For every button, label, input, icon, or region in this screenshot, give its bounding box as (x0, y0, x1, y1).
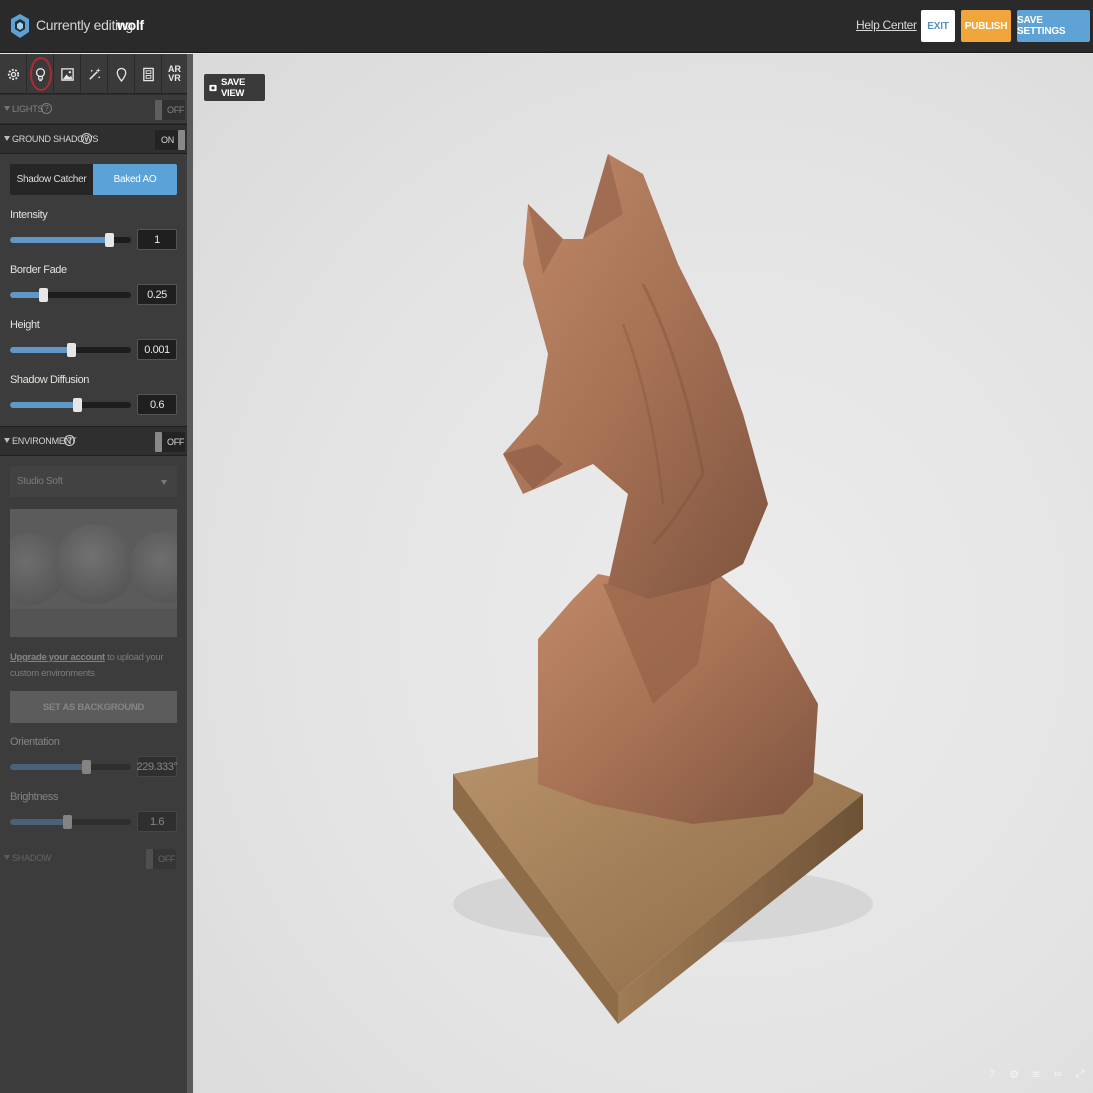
magic-wand-icon (88, 67, 101, 80)
intensity-slider[interactable] (10, 233, 131, 247)
settings-tab-bar: AR VR (0, 54, 187, 94)
model-name: wolf (117, 17, 144, 33)
film-icon (142, 67, 154, 81)
tab-post-processing[interactable] (81, 54, 108, 94)
map-pin-icon (116, 67, 126, 82)
settings-icon[interactable]: ⚙ (1007, 1067, 1021, 1081)
environment-help-icon[interactable]: ? (64, 435, 75, 446)
orientation-value[interactable]: 229.333° (137, 756, 178, 777)
ground-shadows-toggle[interactable]: ON (155, 130, 185, 150)
height-value[interactable]: 0.001 (137, 339, 177, 360)
height-label: Height (10, 319, 40, 331)
slider-handle[interactable] (105, 233, 115, 247)
top-bar: Currently editing wolf Help Center EXIT … (0, 0, 1093, 53)
tab-ar-vr[interactable]: AR VR (162, 54, 187, 94)
tab-animation[interactable] (135, 54, 162, 94)
settings-sidebar: AR VR LIGHTS ? OFF GROUND SHADOWS ? ON Sh… (0, 54, 187, 1093)
orientation-slider[interactable] (10, 760, 131, 774)
help-center-link[interactable]: Help Center (856, 18, 917, 32)
toggle-knob (146, 849, 153, 869)
brightness-value[interactable]: 1.6 (137, 811, 177, 832)
caret-down-icon (4, 136, 10, 141)
save-view-button[interactable]: SAVE VIEW (204, 74, 265, 101)
border-fade-label: Border Fade (10, 264, 67, 276)
height-slider[interactable] (10, 343, 131, 357)
help-icon[interactable]: ? (985, 1067, 999, 1081)
vr-label: VR (168, 73, 181, 83)
vr-icon[interactable]: ∞ (1051, 1067, 1065, 1081)
tab-general[interactable] (0, 54, 27, 94)
environment-shadow-label: SHADOW (12, 853, 52, 863)
tab-annotations[interactable] (108, 54, 135, 94)
layers-icon[interactable]: ≋ (1029, 1067, 1043, 1081)
ground-shadows-section-header[interactable]: GROUND SHADOWS ? ON (0, 124, 187, 154)
environment-section-header[interactable]: ENVIRONMENT ? OFF (0, 426, 187, 456)
toggle-knob (178, 130, 185, 150)
wolf-bust-model[interactable] (443, 144, 883, 1024)
tab-lighting[interactable] (27, 54, 54, 94)
environment-toggle[interactable]: OFF (155, 432, 185, 452)
brightness-slider[interactable] (10, 815, 131, 829)
viewport-toolbar: ? ⚙ ≋ ∞ ⤢ (985, 1067, 1087, 1081)
ground-shadows-toggle-state: ON (161, 135, 174, 145)
shadow-catcher-button[interactable]: Shadow Catcher (10, 164, 93, 195)
lights-toggle[interactable]: OFF (155, 100, 185, 120)
camera-icon (209, 84, 217, 92)
intensity-value[interactable]: 1 (137, 229, 177, 250)
set-as-background-button[interactable]: SET AS BACKGROUND (10, 691, 177, 723)
intensity-label: Intensity (10, 209, 48, 221)
slider-handle[interactable] (72, 398, 82, 412)
shadow-diffusion-slider[interactable] (10, 398, 131, 412)
slider-handle[interactable] (82, 760, 92, 774)
baked-ao-button[interactable]: Baked AO (93, 164, 177, 195)
publish-button[interactable]: PUBLISH (961, 10, 1011, 42)
caret-down-icon (4, 855, 10, 860)
shadow-diffusion-label: Shadow Diffusion (10, 374, 90, 386)
caret-down-icon (4, 438, 10, 443)
orientation-label: Orientation (10, 736, 60, 748)
exit-button[interactable]: EXIT (921, 10, 955, 42)
active-tab-highlight (30, 57, 52, 91)
sketchfab-logo-icon[interactable] (10, 13, 30, 39)
fullscreen-icon[interactable]: ⤢ (1073, 1067, 1087, 1081)
image-icon (60, 67, 74, 81)
gear-icon (7, 68, 19, 80)
environment-preview (10, 509, 177, 637)
lights-section-header[interactable]: LIGHTS ? OFF (0, 94, 187, 124)
tab-background[interactable] (54, 54, 81, 94)
toggle-knob (155, 432, 162, 452)
lights-help-icon[interactable]: ? (41, 103, 52, 114)
environment-toggle-state: OFF (167, 437, 185, 447)
lights-label: LIGHTS (12, 104, 44, 114)
3d-viewport[interactable]: SAVE VIEW ? ⚙ ≋ ∞ ⤢ (193, 54, 1093, 1093)
environment-shadow-toggle-state: OFF (158, 854, 176, 864)
slider-handle[interactable] (62, 815, 72, 829)
brightness-label: Brightness (10, 791, 58, 803)
border-fade-value[interactable]: 0.25 (137, 284, 177, 305)
ground-shadows-help-icon[interactable]: ? (81, 133, 92, 144)
lights-toggle-state: OFF (167, 105, 185, 115)
slider-handle[interactable] (38, 288, 48, 302)
save-view-label: SAVE VIEW (221, 76, 245, 99)
environment-select-value: Studio Soft (17, 476, 63, 487)
upgrade-note: Upgrade your account to upload your cust… (10, 650, 180, 682)
environment-shadow-toggle[interactable]: OFF (146, 849, 176, 869)
caret-down-icon (4, 106, 10, 111)
shadow-diffusion-value[interactable]: 0.6 (137, 394, 177, 415)
upgrade-account-link[interactable]: Upgrade your account (10, 652, 105, 663)
save-settings-button[interactable]: SAVE SETTINGS (1017, 10, 1090, 42)
environment-shadow-header[interactable]: SHADOW OFF (0, 844, 187, 874)
environment-select[interactable]: Studio Soft (10, 466, 177, 497)
environment-preview-image (10, 509, 177, 637)
slider-handle[interactable] (66, 343, 76, 357)
chevron-down-icon (161, 480, 167, 485)
border-fade-slider[interactable] (10, 288, 131, 302)
toggle-knob (155, 100, 162, 120)
